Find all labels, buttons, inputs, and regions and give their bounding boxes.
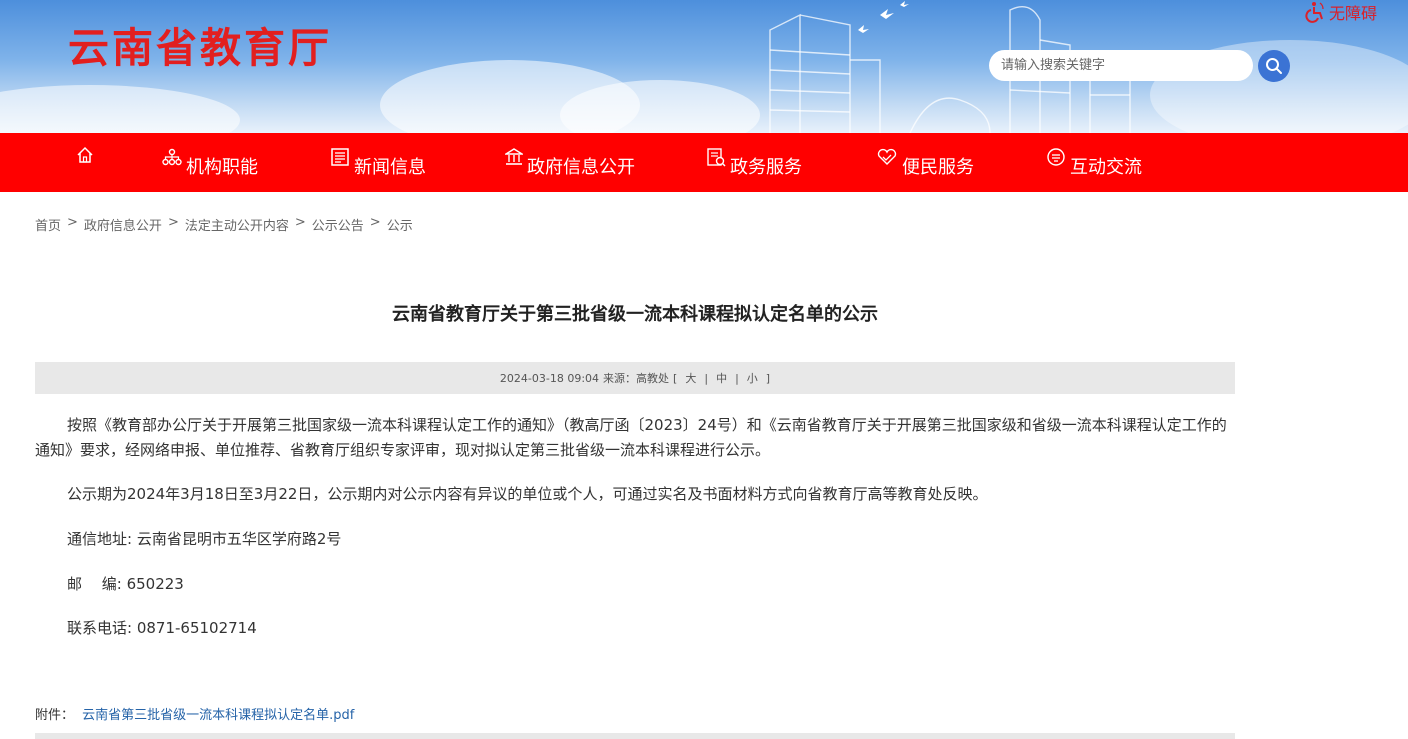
nav-label: 互动交流 — [1070, 156, 1142, 178]
font-size-large-button[interactable]: 大 — [677, 370, 704, 386]
nav-label: 政务服务 — [730, 156, 802, 178]
service-doc-icon — [707, 147, 726, 167]
article-meta-bar: 2024-03-18 09:04 来源： 高教处 [ 大 | 中 | 小 ] — [35, 362, 1235, 394]
accessibility-link[interactable]: 无障碍 — [1305, 0, 1377, 24]
wheelchair-icon — [1305, 2, 1324, 23]
search-input[interactable] — [989, 50, 1253, 81]
newspaper-icon — [331, 147, 349, 166]
contact-postcode: 邮 编: 650223 — [67, 575, 184, 593]
nav-item-public-service[interactable]: 便民服务 — [876, 133, 974, 192]
nav-label: 便民服务 — [902, 156, 974, 178]
article-paragraph: 按照《教育部办公厅关于开展第三批国家级一流本科课程认定工作的通知》（教高厅函〔2… — [35, 416, 1227, 459]
attachment-row: 附件： 云南省第三批省级一流本科课程拟认定名单.pdf — [35, 704, 354, 723]
article-paragraph: 公示期为2024年3月18日至3月22日，公示期内对公示内容有异议的单位或个人，… — [67, 485, 988, 503]
contact-phone: 联系电话: 0871-65102714 — [67, 619, 257, 637]
font-size-medium-button[interactable]: 中 — [708, 370, 735, 386]
contact-address: 通信地址: 云南省昆明市五华区学府路2号 — [67, 530, 342, 548]
nav-item-interaction[interactable]: 互动交流 — [1046, 133, 1142, 192]
source-value: 高教处 — [636, 372, 670, 385]
chat-icon — [1047, 147, 1065, 166]
nav-item-gov-info[interactable]: 政府信息公开 — [505, 133, 635, 192]
accessibility-label: 无障碍 — [1329, 4, 1378, 23]
bottom-divider — [35, 733, 1235, 739]
breadcrumb-gov-info[interactable]: 政府信息公开 — [84, 215, 162, 234]
search-button[interactable] — [1258, 50, 1290, 82]
nav-label: 机构职能 — [186, 156, 258, 178]
search-icon — [1266, 58, 1282, 74]
font-size-small-button[interactable]: 小 — [739, 370, 766, 386]
nav-home[interactable] — [76, 133, 98, 192]
nav-label: 新闻信息 — [354, 156, 426, 178]
org-chart-icon — [162, 148, 182, 165]
handshake-heart-icon — [877, 148, 897, 165]
attachment-label: 附件： — [35, 708, 75, 723]
source-label: 来源： — [603, 372, 637, 385]
breadcrumb-home[interactable]: 首页 — [35, 215, 61, 234]
breadcrumb-notice[interactable]: 公示 — [387, 215, 413, 234]
breadcrumb: 首页 > 政府信息公开 > 法定主动公开内容 > 公示公告 > 公示 — [35, 215, 413, 234]
government-building-icon — [505, 147, 523, 165]
home-icon — [77, 146, 93, 163]
breadcrumb-separator: > — [369, 215, 381, 230]
breadcrumb-separator: > — [67, 215, 78, 230]
font-size-bracket: ] — [765, 371, 771, 385]
nav-item-organization[interactable]: 机构职能 — [162, 133, 258, 192]
cloud-decoration — [0, 85, 240, 133]
main-nav: 机构职能 新闻信息 政府信息公开 政务服务 便民服务 互动交流 — [0, 133, 1408, 192]
publish-datetime: 2024-03-18 09:04 — [499, 371, 600, 385]
nav-item-gov-service[interactable]: 政务服务 — [706, 133, 802, 192]
nav-label: 政府信息公开 — [527, 156, 635, 178]
nav-item-news[interactable]: 新闻信息 — [330, 133, 426, 192]
breadcrumb-mandatory-disclosure[interactable]: 法定主动公开内容 — [185, 215, 289, 234]
site-title: 云南省教育厅 — [68, 24, 332, 72]
breadcrumb-separator: > — [167, 215, 179, 230]
header-banner: 云南省教育厅 无障碍 — [0, 0, 1408, 133]
article-title: 云南省教育厅关于第三批省级一流本科课程拟认定名单的公示 — [392, 304, 878, 325]
attachment-link[interactable]: 云南省第三批省级一流本科课程拟认定名单.pdf — [82, 708, 354, 723]
breadcrumb-separator: > — [294, 215, 306, 230]
breadcrumb-announcements[interactable]: 公示公告 — [312, 215, 364, 234]
